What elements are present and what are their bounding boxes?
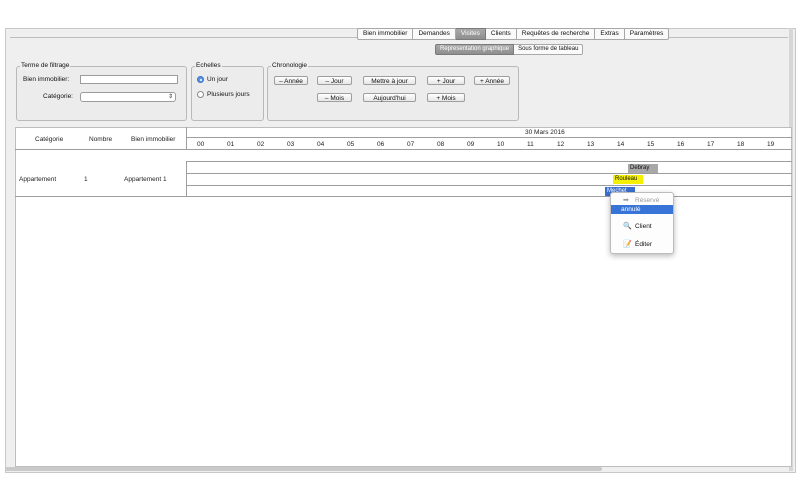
- hour-label: 09: [467, 141, 475, 148]
- context-menu: ➡ Réservé annulé 🔍 Client 📝 Éditer: [610, 192, 674, 254]
- menu-item-annule-label: annulé: [621, 206, 641, 213]
- hour-label: 13: [587, 141, 595, 148]
- row-lane-divider-2: [186, 185, 792, 186]
- hour-label: 10: [497, 141, 505, 148]
- plus-mois-button[interactable]: + Mois: [427, 93, 465, 102]
- hour-label: 14: [617, 141, 625, 148]
- menu-item-editer[interactable]: 📝 Éditer: [611, 240, 673, 249]
- subtab-tableau[interactable]: Sous forme de tableau: [514, 44, 584, 55]
- radio-selected-icon: [197, 76, 204, 83]
- hour-label: 19: [767, 141, 775, 148]
- menu-item-client-label: Client: [635, 223, 652, 230]
- timeline-date: 30 Mars 2016: [525, 129, 565, 136]
- hour-label: 18: [737, 141, 745, 148]
- col-header-categorie[interactable]: Catégorie: [35, 136, 63, 143]
- tab-extras[interactable]: Extras: [595, 28, 625, 40]
- bien-input[interactable]: [80, 75, 178, 84]
- hour-label: 04: [317, 141, 325, 148]
- radio-un-jour[interactable]: Un jour: [197, 76, 228, 83]
- minus-mois-button[interactable]: – Mois: [317, 93, 352, 102]
- hour-label: 15: [647, 141, 655, 148]
- radio-plusieurs-jours-label: Plusieurs jours: [207, 91, 250, 98]
- hour-label: 03: [287, 141, 295, 148]
- col-header-nombre[interactable]: Nombre: [89, 136, 112, 143]
- hour-label: 01: [227, 141, 235, 148]
- menu-item-client[interactable]: 🔍 Client: [611, 222, 673, 231]
- hour-label: 12: [557, 141, 565, 148]
- arrow-right-icon: ➡: [623, 197, 629, 204]
- row-timeline-divider: [186, 161, 187, 196]
- timeline-left-divider: [186, 127, 187, 149]
- col-header-bien[interactable]: Bien immobilier: [131, 136, 175, 143]
- subtab-graphique[interactable]: Representation graphique: [435, 44, 515, 55]
- row-bottom-divider: [15, 196, 792, 197]
- mettre-a-jour-button[interactable]: Mettre à jour: [363, 76, 416, 85]
- tab-parametres[interactable]: Paramètres: [624, 28, 670, 40]
- visit-bar-debray[interactable]: Debray: [628, 164, 658, 173]
- hour-label: 00: [197, 141, 205, 148]
- hour-label: 07: [407, 141, 415, 148]
- horizontal-scrollbar[interactable]: [5, 467, 602, 471]
- header-bottom-divider: [15, 149, 792, 150]
- aujourdhui-button[interactable]: Aujourd'hui: [363, 93, 416, 102]
- row-nombre: 1: [84, 176, 88, 183]
- edit-document-icon: 📝: [623, 241, 632, 248]
- bien-label: Bien immobilier:: [23, 76, 70, 83]
- tab-visites[interactable]: Visites: [455, 28, 486, 40]
- chronologie-group-title: Chronologie: [271, 62, 309, 70]
- hour-label: 08: [437, 141, 445, 148]
- tab-clients[interactable]: Clients: [485, 28, 517, 40]
- hour-label: 16: [677, 141, 685, 148]
- date-header-divider: [186, 137, 792, 138]
- radio-un-jour-label: Un jour: [207, 76, 228, 83]
- hour-label: 06: [377, 141, 385, 148]
- tab-requetes[interactable]: Requêtes de recherche: [516, 28, 596, 40]
- plus-jour-button[interactable]: + Jour: [427, 76, 465, 85]
- echelles-group-title: Echelles: [195, 62, 222, 70]
- hour-label: 11: [527, 141, 534, 148]
- minus-jour-button[interactable]: – Jour: [317, 76, 352, 85]
- row-top-divider: [186, 161, 792, 162]
- row-lane-divider-1: [186, 173, 792, 174]
- menu-item-reserve-label: Réservé: [635, 197, 660, 204]
- search-icon: 🔍: [623, 223, 632, 230]
- menu-item-editer-label: Éditer: [635, 241, 652, 248]
- hour-label: 05: [347, 141, 355, 148]
- hour-label: 02: [257, 141, 265, 148]
- tab-demandes[interactable]: Demandes: [413, 28, 456, 40]
- menu-item-annule[interactable]: annulé: [611, 205, 673, 214]
- menu-item-reserve: ➡ Réservé: [611, 196, 673, 205]
- select-arrows-icon: ⇕: [167, 94, 173, 100]
- minus-annee-button[interactable]: – Année: [274, 76, 308, 85]
- filter-group-title: Terme de filtrage: [20, 62, 71, 70]
- visit-bar-rouleau[interactable]: Rouleau: [613, 175, 643, 184]
- tab-bien-immobilier[interactable]: Bien immobilier: [357, 28, 414, 40]
- categorie-label: Catégorie:: [43, 93, 73, 100]
- radio-unselected-icon: [197, 91, 204, 98]
- row-categorie: Appartement: [19, 176, 57, 183]
- plus-annee-button[interactable]: + Année: [474, 76, 510, 85]
- row-bien: Appartement 1: [124, 176, 167, 183]
- radio-plusieurs-jours[interactable]: Plusieurs jours: [197, 91, 250, 98]
- view-subtabbar: Representation graphique Sous forme de t…: [435, 44, 584, 55]
- main-tabbar: Bien immobilier Demandes Visites Clients…: [357, 28, 670, 40]
- categorie-select[interactable]: ⇕: [80, 92, 176, 102]
- hour-label: 17: [707, 141, 715, 148]
